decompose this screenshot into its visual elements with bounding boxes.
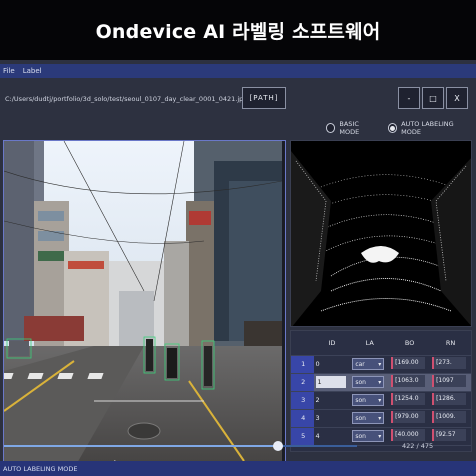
- bo-value: [40.000: [391, 429, 426, 441]
- label-dropdown[interactable]: son ▾: [352, 394, 385, 406]
- label-cell[interactable]: son ▾: [350, 409, 390, 428]
- label-value: son: [355, 378, 366, 386]
- rn-cell[interactable]: [1097: [430, 373, 471, 392]
- rn-cell[interactable]: [92.57: [430, 427, 471, 446]
- rn-cell[interactable]: [1009.: [430, 409, 471, 428]
- label-table: ID LA BO RN 1 0 car ▾ [169.00 [273. 2 1 s: [290, 330, 472, 452]
- label-value: son: [355, 414, 366, 422]
- label-value: son: [355, 396, 366, 404]
- auto-mode-radio[interactable]: [387, 123, 398, 133]
- status-bar: AUTO LABELING MODE: [0, 461, 476, 476]
- menu-file[interactable]: File: [3, 67, 15, 75]
- row-number[interactable]: 3: [291, 391, 314, 410]
- table-row[interactable]: 4 3 son ▾ [979.00 [1009.: [291, 409, 471, 428]
- rn-value: [1097: [432, 375, 467, 387]
- file-path-text: C:/Users/dudtj/portfolio/3d_solo/test/se…: [5, 95, 248, 103]
- frame-counter: 422 / 475: [402, 442, 434, 450]
- table-row[interactable]: 1 0 car ▾ [169.00 [273.: [291, 355, 471, 374]
- banner: Ondevice AI 라벨링 소프트웨어: [0, 0, 476, 60]
- rn-value: [1286.: [432, 393, 467, 405]
- frame-slider[interactable]: [4, 440, 357, 452]
- maximize-button[interactable]: □: [422, 87, 444, 109]
- row-number[interactable]: 4: [291, 409, 314, 428]
- rn-cell[interactable]: [273.: [430, 355, 471, 374]
- label-dropdown[interactable]: son ▾: [352, 412, 385, 424]
- label-cell[interactable]: car ▾: [350, 355, 390, 374]
- bo-value: [1063.0: [391, 375, 426, 387]
- id-edit-field[interactable]: 1: [315, 376, 346, 388]
- id-cell[interactable]: 0: [313, 355, 351, 374]
- street-scene-illustration: [4, 141, 282, 476]
- menu-bar: File Label: [0, 64, 476, 78]
- chevron-down-icon: ▾: [378, 432, 382, 440]
- label-cell[interactable]: son ▾: [350, 373, 390, 392]
- radio-selected-dot: [389, 125, 395, 131]
- bo-value: [1254.0: [391, 393, 426, 405]
- chevron-down-icon: ▾: [378, 360, 382, 368]
- chevron-down-icon: ▾: [378, 414, 382, 422]
- status-text: AUTO LABELING MODE: [3, 464, 78, 473]
- slider-handle[interactable]: [273, 441, 283, 451]
- mode-selector: BASIC MODE AUTO LABELING MODE: [326, 120, 476, 136]
- table-header-id[interactable]: ID: [313, 331, 351, 356]
- bo-cell[interactable]: [169.00: [389, 355, 431, 374]
- label-dropdown[interactable]: car ▾: [352, 358, 385, 370]
- chevron-down-icon: ▾: [378, 396, 382, 404]
- label-value: car: [355, 360, 365, 368]
- label-dropdown[interactable]: son ▾: [352, 430, 385, 442]
- banner-title: Ondevice AI 라벨링 소프트웨어: [95, 20, 381, 43]
- rn-value: [273.: [432, 357, 467, 369]
- auto-mode-label: AUTO LABELING MODE: [401, 120, 454, 136]
- chevron-down-icon: ▾: [378, 378, 382, 386]
- table-header-rn[interactable]: RN: [430, 331, 471, 356]
- rn-value: [1009.: [432, 411, 467, 423]
- label-dropdown[interactable]: son ▾: [352, 376, 385, 388]
- table-row[interactable]: 3 2 son ▾ [1254.0 [1286.: [291, 391, 471, 410]
- bo-cell[interactable]: [979.00: [389, 409, 431, 428]
- label-value: son: [355, 432, 366, 440]
- id-cell[interactable]: 2: [313, 391, 351, 410]
- point-cloud-illustration: [291, 141, 471, 326]
- path-button[interactable]: [PATH]: [242, 87, 286, 109]
- camera-image[interactable]: [4, 141, 282, 476]
- bo-cell[interactable]: [1254.0: [389, 391, 431, 410]
- label-table-grid: ID LA BO RN 1 0 car ▾ [169.00 [273. 2 1 s: [291, 331, 471, 446]
- bo-value: [169.00: [391, 357, 426, 369]
- table-header-corner: [291, 331, 314, 356]
- id-cell[interactable]: 3: [313, 409, 351, 428]
- bo-value: [979.00: [391, 411, 426, 423]
- minimize-button[interactable]: -: [398, 87, 420, 109]
- close-button[interactable]: X: [446, 87, 468, 109]
- row-number[interactable]: 2: [291, 373, 314, 392]
- rn-value: [92.57: [432, 429, 467, 441]
- table-header-label[interactable]: LA: [350, 331, 390, 356]
- label-cell[interactable]: son ▾: [350, 391, 390, 410]
- bo-cell[interactable]: [1063.0: [389, 373, 431, 392]
- basic-mode-radio[interactable]: [326, 123, 336, 133]
- table-row-selected[interactable]: 2 1 son ▾ [1063.0 [1097: [291, 373, 471, 392]
- table-header-row: ID LA BO RN: [291, 331, 471, 356]
- table-header-bo[interactable]: BO: [389, 331, 431, 356]
- lidar-point-cloud-view[interactable]: [290, 140, 472, 327]
- slider-fill: [4, 445, 278, 447]
- row-number[interactable]: 1: [291, 355, 314, 374]
- basic-mode-label: BASIC MODE: [339, 120, 360, 136]
- rn-cell[interactable]: [1286.: [430, 391, 471, 410]
- app-window: File Label C:/Users/dudtj/portfolio/3d_s…: [0, 60, 476, 476]
- menu-label[interactable]: Label: [23, 67, 42, 75]
- id-cell-editing[interactable]: 1: [313, 373, 351, 392]
